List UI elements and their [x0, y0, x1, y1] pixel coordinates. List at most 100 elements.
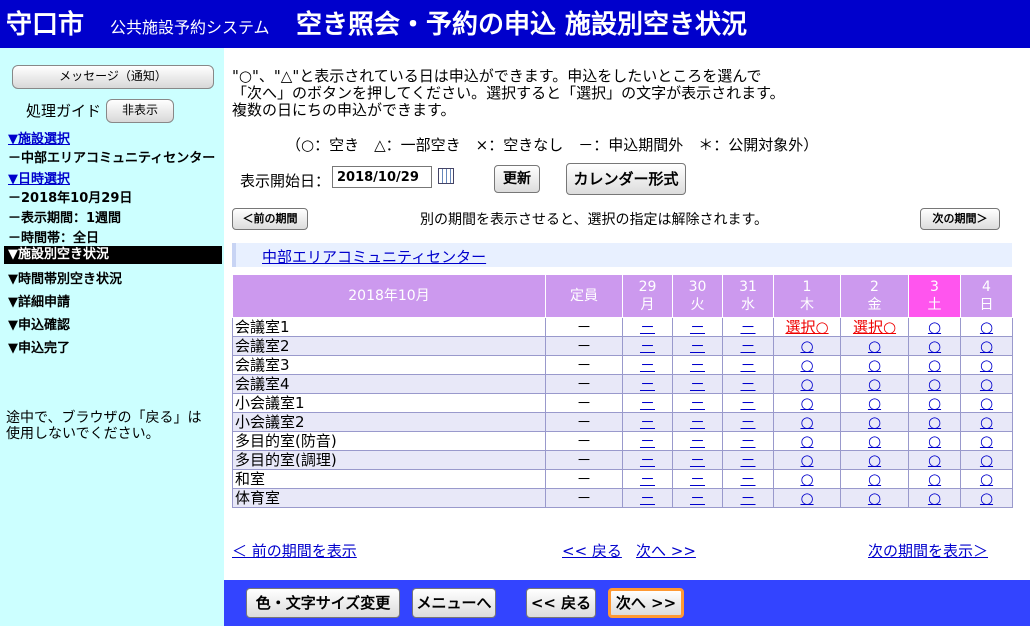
slot-link[interactable]: ○ [980, 356, 993, 374]
slot-link[interactable]: ○ [868, 337, 881, 355]
slot-link[interactable]: ○ [868, 375, 881, 393]
slot-link[interactable]: － [740, 337, 755, 355]
slot-link[interactable]: ○ [800, 337, 813, 355]
calendar-icon[interactable] [438, 168, 454, 184]
slot-link[interactable]: － [640, 356, 655, 374]
slot-link[interactable]: ○ [800, 470, 813, 488]
slot-link[interactable]: － [640, 375, 655, 393]
slot-link[interactable]: － [640, 470, 655, 488]
slot-link[interactable]: ○ [928, 318, 941, 336]
slot-link[interactable]: － [690, 489, 705, 507]
slot-link[interactable]: ○ [928, 375, 941, 393]
slot-link[interactable]: ○ [928, 413, 941, 431]
slot-link[interactable]: － [690, 470, 705, 488]
sidebar: メッセージ（通知） 処理ガイド 非表示 ▼施設選択 －中部エリアコミュニティセン… [0, 48, 224, 626]
slot-link[interactable]: － [740, 470, 755, 488]
slot-link[interactable]: ○ [868, 489, 881, 507]
slot-link[interactable]: － [740, 413, 755, 431]
slot-link[interactable]: ○ [928, 451, 941, 469]
slot-link[interactable]: ○ [980, 337, 993, 355]
start-date-input[interactable] [332, 166, 432, 188]
slot-link[interactable]: ○ [928, 470, 941, 488]
slot-link[interactable]: － [740, 451, 755, 469]
slot-link[interactable]: ○ [928, 432, 941, 450]
availability-cell: － [672, 469, 723, 489]
slot-link[interactable]: ○ [868, 451, 881, 469]
slot-link[interactable]: － [690, 318, 705, 336]
slot-link[interactable]: － [640, 394, 655, 412]
instructions: "○"、"△"と表示されている日は申込ができます。申込をしたいところを選んで 「… [232, 68, 785, 119]
message-button[interactable]: メッセージ（通知） [12, 65, 214, 89]
slot-link[interactable]: － [640, 451, 655, 469]
next-period-button[interactable]: 次の期間＞ [920, 208, 1000, 230]
slot-link[interactable]: － [740, 356, 755, 374]
step-facility-link[interactable]: ▼施設選択 [8, 132, 70, 147]
slot-link[interactable]: ○ [980, 432, 993, 450]
slot-link[interactable]: － [690, 375, 705, 393]
table-row: 小会議室2 －－－－ ○ ○ ○ ○ [232, 412, 1013, 432]
slot-link[interactable]: － [640, 432, 655, 450]
slot-link[interactable]: － [740, 432, 755, 450]
slot-link[interactable]: ○ [868, 413, 881, 431]
slot-link[interactable]: ○ [980, 318, 993, 336]
slot-link[interactable]: ○ [980, 470, 993, 488]
forward-link[interactable]: 次へ >> [636, 540, 696, 561]
note-line: 使用しないでください。 [6, 426, 160, 442]
back-link[interactable]: << 戻る [562, 540, 622, 561]
calendar-view-button[interactable]: カレンダー形式 [566, 163, 686, 195]
slot-link[interactable]: － [690, 432, 705, 450]
room-name: 体育室 [232, 488, 546, 508]
slot-link[interactable]: ○ [868, 356, 881, 374]
slot-link[interactable]: ○ [800, 489, 813, 507]
selected-slot-link[interactable]: 選択○ [785, 318, 828, 336]
slot-link[interactable]: ○ [928, 394, 941, 412]
slot-link[interactable]: ○ [980, 413, 993, 431]
slot-link[interactable]: ○ [980, 451, 993, 469]
next-button[interactable]: 次へ >> [608, 588, 684, 618]
back-button[interactable]: << 戻る [526, 588, 596, 618]
slot-link[interactable]: ○ [800, 413, 813, 431]
slot-link[interactable]: － [640, 318, 655, 336]
room-capacity: － [545, 469, 623, 489]
prev-period-link[interactable]: ＜ 前の期間を表示 [232, 540, 357, 561]
slot-link[interactable]: － [740, 394, 755, 412]
day-header: 1木 [773, 274, 841, 318]
availability-cell: ○ [840, 450, 909, 470]
slot-link[interactable]: － [640, 337, 655, 355]
slot-link[interactable]: － [690, 356, 705, 374]
slot-link[interactable]: ○ [800, 451, 813, 469]
facility-link[interactable]: 中部エリアコミュニティセンター [262, 246, 486, 267]
slot-link[interactable]: － [690, 413, 705, 431]
slot-link[interactable]: ○ [928, 489, 941, 507]
refresh-button[interactable]: 更新 [494, 165, 540, 193]
color-size-button[interactable]: 色・文字サイズ変更 [246, 588, 400, 618]
slot-link[interactable]: ○ [980, 394, 993, 412]
slot-link[interactable]: － [740, 318, 755, 336]
availability-cell: － [722, 469, 774, 489]
prev-period-button[interactable]: ＜前の期間 [232, 208, 308, 230]
day-header: 2金 [840, 274, 909, 318]
menu-button[interactable]: メニューへ [412, 588, 496, 618]
slot-link[interactable]: － [690, 337, 705, 355]
slot-link[interactable]: ○ [800, 394, 813, 412]
slot-link[interactable]: － [740, 375, 755, 393]
slot-link[interactable]: ○ [928, 337, 941, 355]
slot-link[interactable]: － [740, 489, 755, 507]
slot-link[interactable]: － [640, 413, 655, 431]
step-datetime-link[interactable]: ▼日時選択 [8, 172, 70, 187]
slot-link[interactable]: － [640, 489, 655, 507]
next-period-link[interactable]: 次の期間を表示＞ [868, 540, 988, 561]
slot-link[interactable]: ○ [928, 356, 941, 374]
selected-slot-link[interactable]: 選択○ [853, 318, 896, 336]
slot-link[interactable]: ○ [800, 375, 813, 393]
slot-link[interactable]: － [690, 451, 705, 469]
slot-link[interactable]: ○ [800, 432, 813, 450]
slot-link[interactable]: ○ [868, 432, 881, 450]
slot-link[interactable]: ○ [800, 356, 813, 374]
slot-link[interactable]: ○ [868, 394, 881, 412]
slot-link[interactable]: ○ [980, 375, 993, 393]
slot-link[interactable]: ○ [980, 489, 993, 507]
slot-link[interactable]: － [690, 394, 705, 412]
slot-link[interactable]: ○ [868, 470, 881, 488]
guide-hide-button[interactable]: 非表示 [106, 99, 174, 123]
